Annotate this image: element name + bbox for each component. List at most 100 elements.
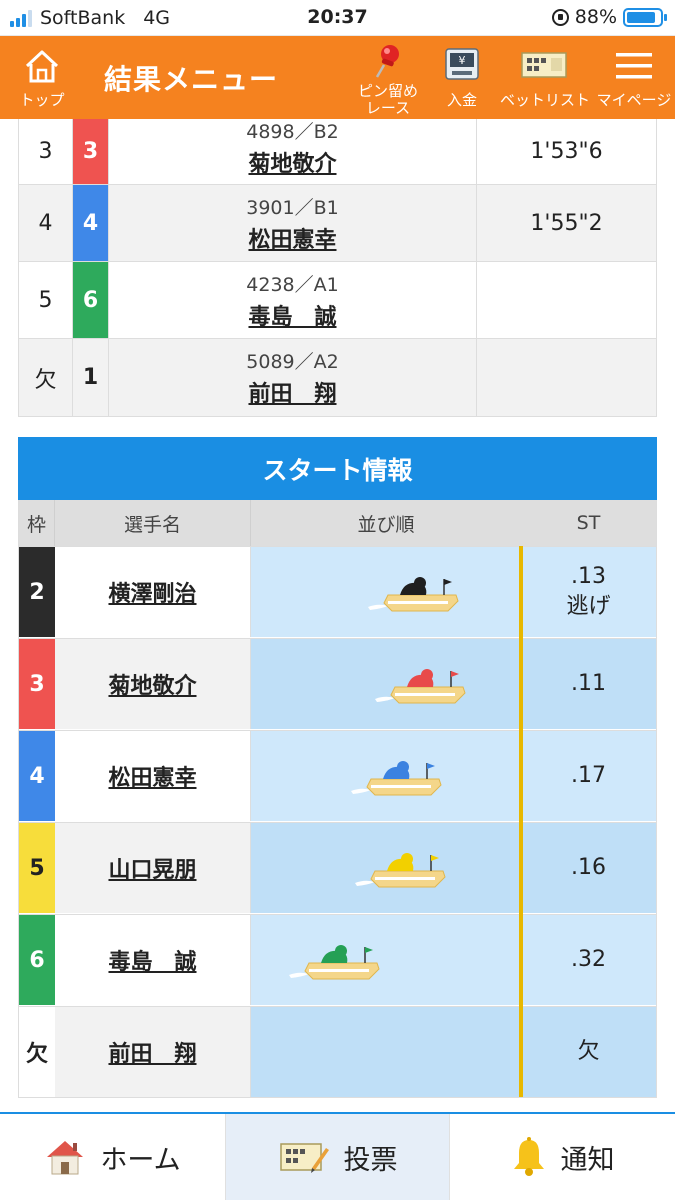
racer-name-link[interactable]: 菊地敬介	[55, 639, 251, 729]
racer-name-link[interactable]: 前田 翔	[55, 1007, 251, 1097]
race-time	[477, 339, 656, 416]
results-table: 3 3 4898／B2 菊地敬介 1'53"6 4 4 3901／B1 松田憲幸…	[18, 119, 657, 417]
header-st: ST	[576, 512, 601, 534]
race-time: 1'55"2	[530, 210, 603, 236]
st-cell: .16	[521, 823, 656, 913]
top-button[interactable]: トップ	[12, 36, 72, 119]
rank-cell: 3	[19, 119, 73, 184]
table-row: 欠 1 5089／A2 前田 翔	[19, 339, 656, 416]
order-cell	[251, 639, 521, 729]
waku-cell: 欠	[19, 1007, 55, 1097]
waku-cell: 5	[19, 823, 55, 913]
bottom-nav: ホーム 投票 通知	[0, 1112, 675, 1200]
start-info-header: 枠 選手名 並び順 ST	[19, 500, 656, 546]
start-row: 3 菊地敬介 .11	[19, 638, 656, 729]
start-row: 5 山口晃朋 .16	[19, 822, 656, 913]
pin-label-line2: レース	[365, 99, 411, 117]
top-label: トップ	[19, 91, 65, 109]
page-title: 結果メニュー	[104, 63, 279, 96]
racer-reg: 4898／B2	[246, 121, 339, 143]
pin-race-button[interactable]: ピン留め レース	[350, 36, 426, 119]
st-cell: 欠	[521, 1007, 656, 1097]
status-bar: SoftBank 4G 20:37 88%	[0, 0, 675, 36]
race-time	[477, 262, 656, 338]
st-value: .16	[571, 855, 606, 880]
racer-name-link[interactable]: 前田 翔	[109, 376, 476, 408]
nav-notify-label: 通知	[560, 1144, 615, 1176]
betlist-button[interactable]: ベットリスト	[500, 36, 590, 119]
waku-cell: 2	[19, 547, 55, 637]
header-name: 選手名	[55, 500, 251, 546]
deposit-button[interactable]: ¥ 入金	[436, 36, 488, 119]
svg-text:¥: ¥	[459, 54, 466, 67]
order-cell	[251, 823, 521, 913]
racer-name-link[interactable]: 毒島 誠	[109, 299, 476, 331]
racer-name-link[interactable]: 松田憲幸	[109, 222, 476, 254]
hamburger-menu-icon	[616, 53, 652, 79]
racer-reg: 4238／A1	[246, 274, 339, 296]
header-order: 並び順	[357, 513, 415, 536]
start-row: 6 毒島 誠 .32	[19, 914, 656, 1005]
st-value: 欠	[577, 1039, 600, 1064]
home-icon	[25, 50, 59, 83]
start-line	[519, 546, 523, 1097]
waku-cell: 3	[19, 639, 55, 729]
nav-vote-label: 投票	[343, 1144, 398, 1176]
house-icon	[47, 1141, 84, 1175]
start-row: 欠 前田 翔 欠	[19, 1006, 656, 1097]
yen-machine-icon: ¥	[445, 48, 479, 80]
st-cell: .17	[521, 731, 656, 821]
waku-cell: 4	[19, 731, 55, 821]
racer-name-link[interactable]: 横澤剛治	[55, 547, 251, 637]
racer-name-link[interactable]: 毒島 誠	[55, 915, 251, 1005]
st-value: .13	[571, 564, 606, 589]
racer-reg: 3901／B1	[246, 197, 339, 219]
st-value: .17	[571, 763, 606, 788]
nav-notify[interactable]: 通知	[450, 1114, 675, 1200]
start-info-table: 枠 選手名 並び順 ST 2 横澤剛治 .13 逃げ 3 菊地敬介 .11 4 …	[18, 500, 657, 1098]
start-info-title: スタート情報	[18, 437, 657, 500]
st-note: 逃げ	[566, 594, 611, 619]
order-cell	[251, 731, 521, 821]
start-row: 4 松田憲幸 .17	[19, 730, 656, 821]
st-value: .11	[571, 671, 606, 696]
mypage-label: マイページ	[596, 91, 672, 109]
order-cell	[251, 547, 521, 637]
rank-cell: 5	[19, 262, 73, 338]
table-row: 4 4 3901／B1 松田憲幸 1'55"2	[19, 185, 656, 262]
pin-label-line1: ピン留め	[357, 82, 418, 100]
pushpin-icon	[375, 45, 399, 78]
order-cell	[251, 915, 521, 1005]
table-row: 3 3 4898／B2 菊地敬介 1'53"6	[19, 119, 656, 185]
order-cell	[251, 1007, 521, 1097]
mypage-button[interactable]: マイページ	[596, 36, 672, 119]
racer-name-link[interactable]: 菊地敬介	[109, 146, 476, 178]
racer-name-link[interactable]: 松田憲幸	[55, 731, 251, 821]
header-waku: 枠	[19, 500, 55, 546]
bell-icon	[513, 1137, 544, 1176]
lane-cell: 4	[73, 185, 109, 261]
boat-icon	[368, 577, 459, 612]
st-cell: .11	[521, 639, 656, 729]
vote-ticket-icon	[279, 1143, 329, 1173]
waku-cell: 6	[19, 915, 55, 1005]
nav-home[interactable]: ホーム	[0, 1114, 225, 1200]
racer-name-link[interactable]: 山口晃朋	[55, 823, 251, 913]
lane-cell: 6	[73, 262, 109, 338]
race-time: 1'53"6	[530, 139, 603, 164]
start-row: 2 横澤剛治 .13 逃げ	[19, 546, 656, 637]
lane-cell: 1	[73, 339, 109, 416]
battery-icon	[623, 7, 667, 27]
boat-icon	[289, 945, 380, 980]
bet-ticket-icon	[521, 52, 567, 78]
st-value: .32	[571, 947, 606, 972]
rank-cell: 欠	[19, 339, 73, 416]
rotation-lock-icon	[551, 8, 569, 26]
rank-cell: 4	[19, 185, 73, 261]
app-header: トップ 結果メニュー ピン留め レース ¥ 入金 ベットリスト マイページ	[0, 36, 675, 119]
battery-percent: 88%	[574, 6, 617, 28]
nav-vote[interactable]: 投票	[225, 1114, 450, 1200]
boat-icon	[355, 853, 446, 888]
lane-cell: 3	[73, 119, 109, 184]
deposit-label: 入金	[446, 91, 477, 109]
